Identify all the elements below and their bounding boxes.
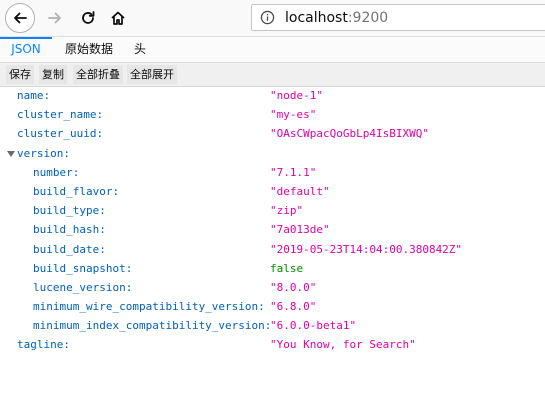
json-key: minimum_index_compatibility_version:: [33, 319, 272, 333]
json-tree: name: "node-1" cluster_name: "my-es" clu…: [0, 86, 545, 355]
json-row-number[interactable]: number: "7.1.1": [0, 163, 545, 182]
reload-icon: [82, 11, 95, 24]
json-key: build_flavor:: [33, 184, 120, 198]
json-value: "6.8.0": [270, 300, 317, 314]
json-value: "default": [270, 184, 330, 198]
collapse-all-button[interactable]: 全部折叠: [73, 65, 123, 84]
home-icon: [111, 11, 125, 25]
json-key: version:: [17, 146, 70, 160]
url-port: :9200: [347, 9, 389, 26]
json-row-name[interactable]: name: "node-1": [0, 86, 545, 105]
url-bar[interactable]: localhost:9200: [251, 4, 545, 31]
tab-json-label: JSON: [11, 42, 41, 56]
expand-all-button[interactable]: 全部展开: [127, 65, 177, 84]
json-value: "7a013de": [270, 223, 330, 237]
tab-raw-data[interactable]: 原始数据: [60, 37, 118, 62]
json-value: "OAsCWpacQoGbLp4IsBIXWQ": [270, 127, 429, 141]
json-value: "You Know, for Search": [270, 338, 416, 352]
json-row-min-index-compat[interactable]: minimum_index_compatibility_version: "6.…: [0, 316, 545, 335]
json-value: "2019-05-23T14:04:00.380842Z": [270, 242, 463, 256]
json-row-build-snapshot[interactable]: build_snapshot: false: [0, 259, 545, 278]
expand-toggle-icon[interactable]: [7, 150, 15, 157]
json-key: cluster_name:: [17, 108, 104, 122]
json-key: name:: [17, 89, 51, 102]
tab-headers-label: 头: [133, 42, 146, 56]
json-key: number:: [33, 165, 80, 179]
home-button[interactable]: [103, 3, 133, 33]
json-row-build-flavor[interactable]: build_flavor: "default": [0, 182, 545, 201]
json-row-cluster-name[interactable]: cluster_name: "my-es": [0, 105, 545, 124]
copy-button[interactable]: 复制: [39, 65, 67, 84]
json-value: "8.0.0": [270, 280, 317, 294]
json-key: build_hash:: [33, 223, 106, 237]
json-key: lucene_version:: [33, 280, 133, 294]
json-key: minimum_wire_compatibility_version:: [33, 300, 265, 314]
arrow-left-icon: [14, 12, 27, 24]
tab-json[interactable]: JSON: [0, 37, 52, 62]
json-value: "zip": [270, 204, 304, 218]
json-row-tagline[interactable]: tagline: "You Know, for Search": [0, 335, 545, 354]
url-text: localhost:9200: [285, 10, 388, 26]
json-key: tagline:: [17, 338, 70, 352]
json-value: "7.1.1": [270, 165, 317, 179]
json-row-version[interactable]: version:: [0, 144, 545, 163]
json-toolbar: 保存 复制 全部折叠 全部展开: [0, 63, 545, 87]
json-row-build-type[interactable]: build_type: "zip": [0, 201, 545, 220]
save-button[interactable]: 保存: [6, 65, 34, 84]
info-icon[interactable]: [259, 10, 275, 26]
viewer-tabs: JSON 原始数据 头: [0, 37, 545, 63]
back-button[interactable]: [5, 3, 35, 33]
reload-button[interactable]: [73, 3, 103, 33]
json-key: build_type:: [33, 204, 106, 218]
tab-raw-data-label: 原始数据: [64, 42, 113, 56]
tab-headers[interactable]: 头: [128, 37, 152, 62]
json-row-lucene-version[interactable]: lucene_version: "8.0.0": [0, 278, 545, 297]
json-row-min-wire-compat[interactable]: minimum_wire_compatibility_version: "6.8…: [0, 297, 545, 316]
json-key: cluster_uuid:: [17, 127, 104, 141]
json-row-build-hash[interactable]: build_hash: "7a013de": [0, 220, 545, 239]
active-tab-indicator: [0, 37, 52, 39]
json-value: "my-es": [270, 108, 317, 122]
json-value: "node-1": [270, 89, 323, 102]
json-row-build-date[interactable]: build_date: "2019-05-23T14:04:00.380842Z…: [0, 240, 545, 259]
arrow-right-icon: [48, 12, 61, 24]
json-value: "6.0.0-beta1": [270, 319, 357, 333]
json-row-cluster-uuid[interactable]: cluster_uuid: "OAsCWpacQoGbLp4IsBIXWQ": [0, 124, 545, 143]
browser-navbar: localhost:9200: [0, 0, 545, 37]
json-key: build_snapshot:: [33, 261, 133, 275]
forward-button[interactable]: [40, 3, 70, 33]
json-value: false: [270, 261, 304, 275]
url-host: localhost: [285, 9, 348, 26]
json-key: build_date:: [33, 242, 106, 256]
